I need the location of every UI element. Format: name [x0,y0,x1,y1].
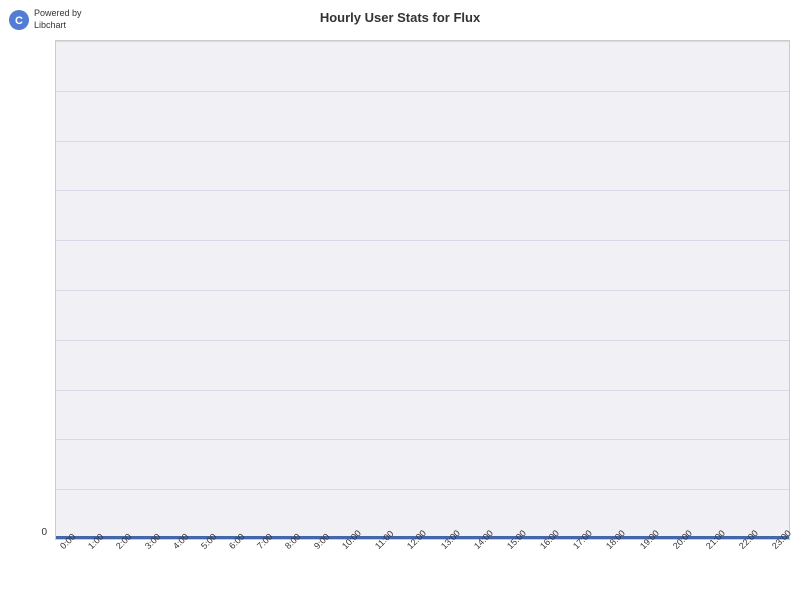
grid-line [56,489,789,490]
grid-line [56,190,789,191]
grid-lines [56,41,789,539]
grid-line [56,91,789,92]
svg-text:C: C [15,15,23,27]
x-labels: 0:001:002:003:004:005:006:007:008:009:00… [55,544,790,554]
powered-by-logo: C Powered by Libchart [8,8,82,31]
powered-by-text: Powered by Libchart [34,8,82,31]
grid-line [56,390,789,391]
chart-area [55,40,790,540]
grid-line [56,439,789,440]
y-axis: 0 [0,40,55,540]
grid-line [56,240,789,241]
grid-line [56,340,789,341]
grid-line [56,141,789,142]
grid-line [56,41,789,42]
y-label-zero: 0 [41,527,47,538]
chart-title: Hourly User Stats for Flux [0,0,800,29]
libchart-icon: C [8,9,30,31]
x-axis: 0:001:002:003:004:005:006:007:008:009:00… [55,540,790,600]
grid-line [56,290,789,291]
